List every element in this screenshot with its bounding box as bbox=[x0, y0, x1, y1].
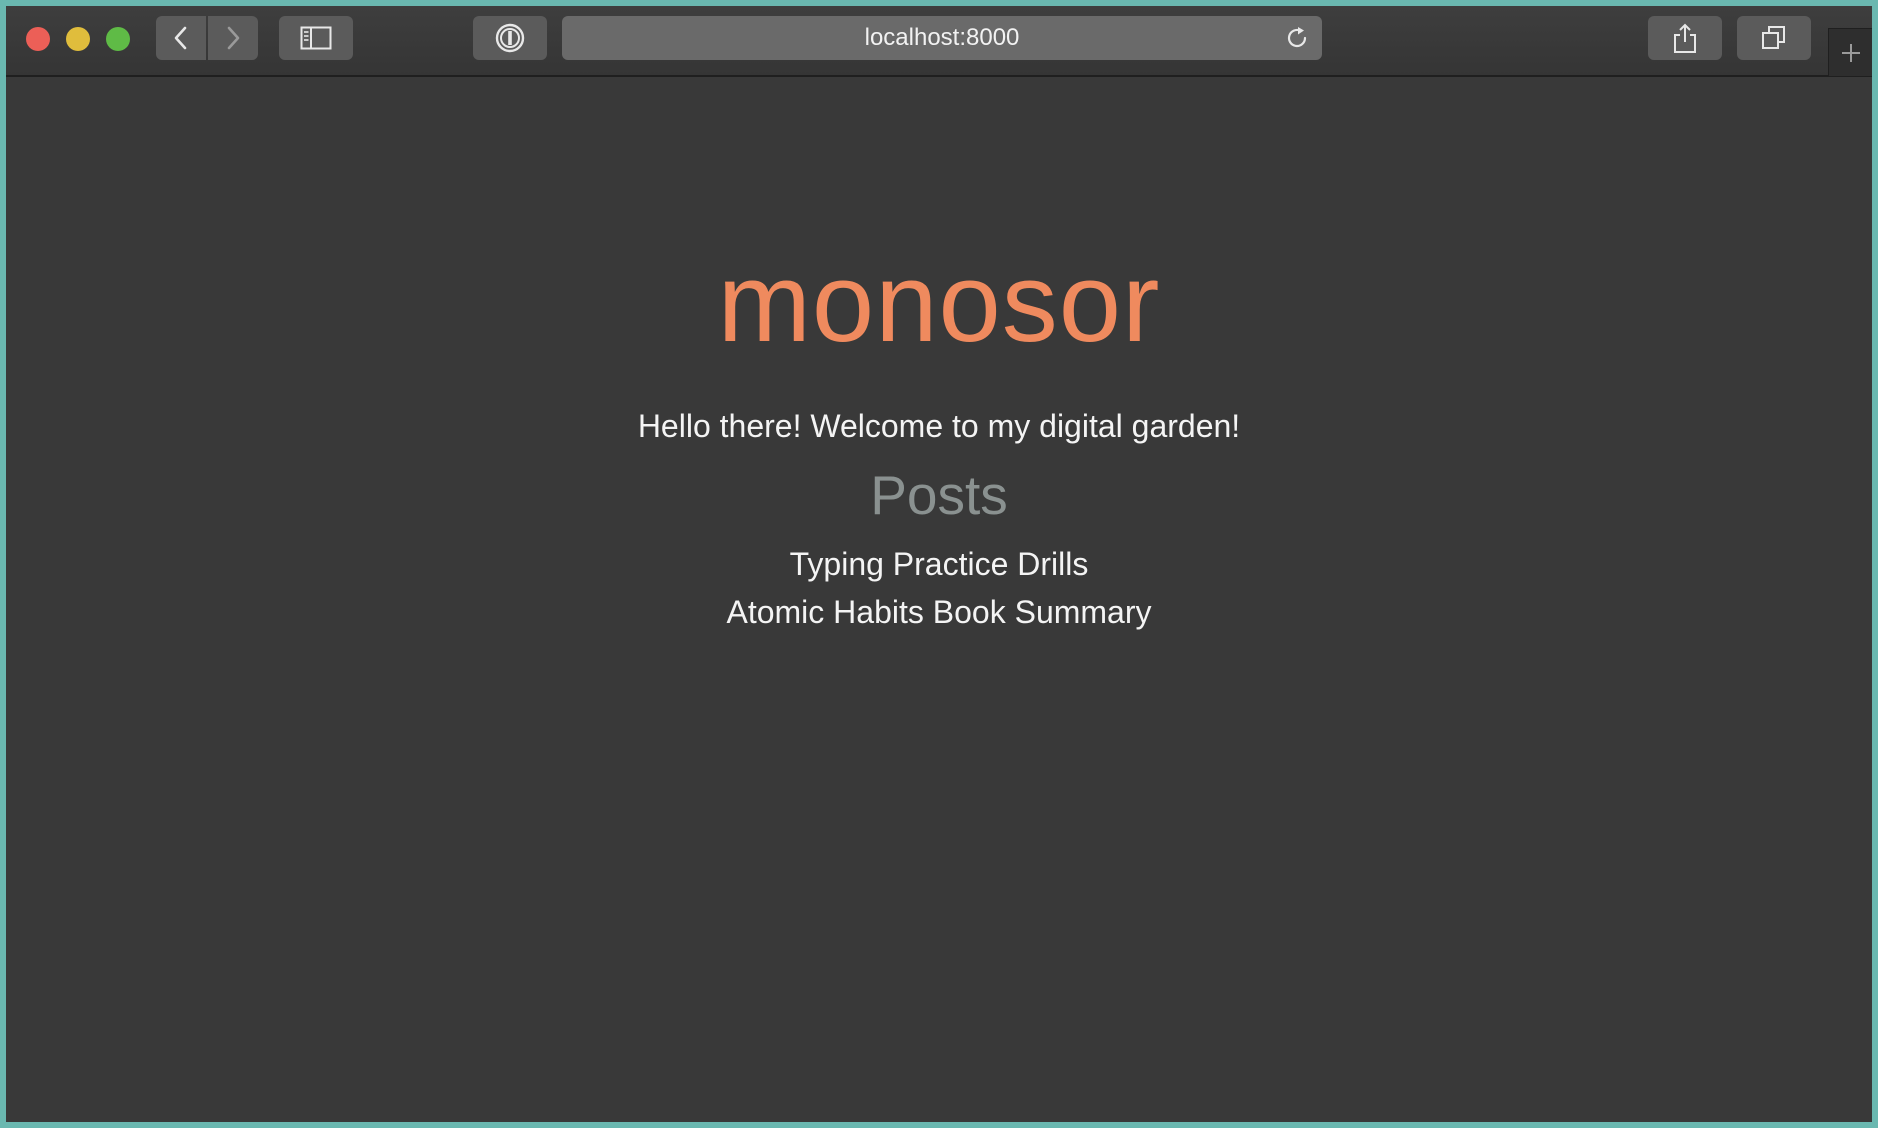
close-window-button[interactable] bbox=[26, 27, 50, 51]
zoom-window-button[interactable] bbox=[106, 27, 130, 51]
post-list: Typing Practice Drills Atomic Habits Boo… bbox=[6, 540, 1872, 636]
post-link-typing-practice-drills[interactable]: Typing Practice Drills bbox=[6, 540, 1872, 588]
site-title[interactable]: monosor bbox=[6, 247, 1872, 359]
url-text: localhost:8000 bbox=[864, 24, 1020, 51]
reload-icon[interactable] bbox=[1284, 25, 1310, 51]
page-content: monosor Hello there! Welcome to my digit… bbox=[6, 77, 1872, 1122]
new-tab-button[interactable] bbox=[1828, 28, 1872, 76]
share-button[interactable] bbox=[1648, 16, 1722, 60]
tab-overview-icon bbox=[1762, 26, 1785, 49]
sidebar-button[interactable] bbox=[279, 16, 353, 60]
chevron-right-icon bbox=[227, 26, 240, 50]
browser-window: localhost:8000 monosor Hello there! Welc… bbox=[6, 6, 1872, 1122]
share-icon bbox=[1674, 23, 1696, 53]
sidebar-icon bbox=[300, 26, 332, 50]
address-bar[interactable]: localhost:8000 bbox=[562, 16, 1322, 60]
plus-icon bbox=[1842, 43, 1860, 62]
welcome-text: Hello there! Welcome to my digital garde… bbox=[637, 408, 1241, 444]
browser-toolbar: localhost:8000 bbox=[6, 6, 1872, 77]
forward-button[interactable] bbox=[208, 16, 258, 60]
back-button[interactable] bbox=[156, 16, 206, 60]
password-manager-button[interactable] bbox=[473, 16, 547, 60]
chevron-left-icon bbox=[174, 26, 187, 50]
password-manager-icon bbox=[495, 23, 525, 53]
tab-overview-button[interactable] bbox=[1737, 16, 1811, 60]
post-link-atomic-habits-book-summary[interactable]: Atomic Habits Book Summary bbox=[6, 588, 1872, 636]
minimize-window-button[interactable] bbox=[66, 27, 90, 51]
posts-heading: Posts bbox=[870, 464, 1008, 526]
